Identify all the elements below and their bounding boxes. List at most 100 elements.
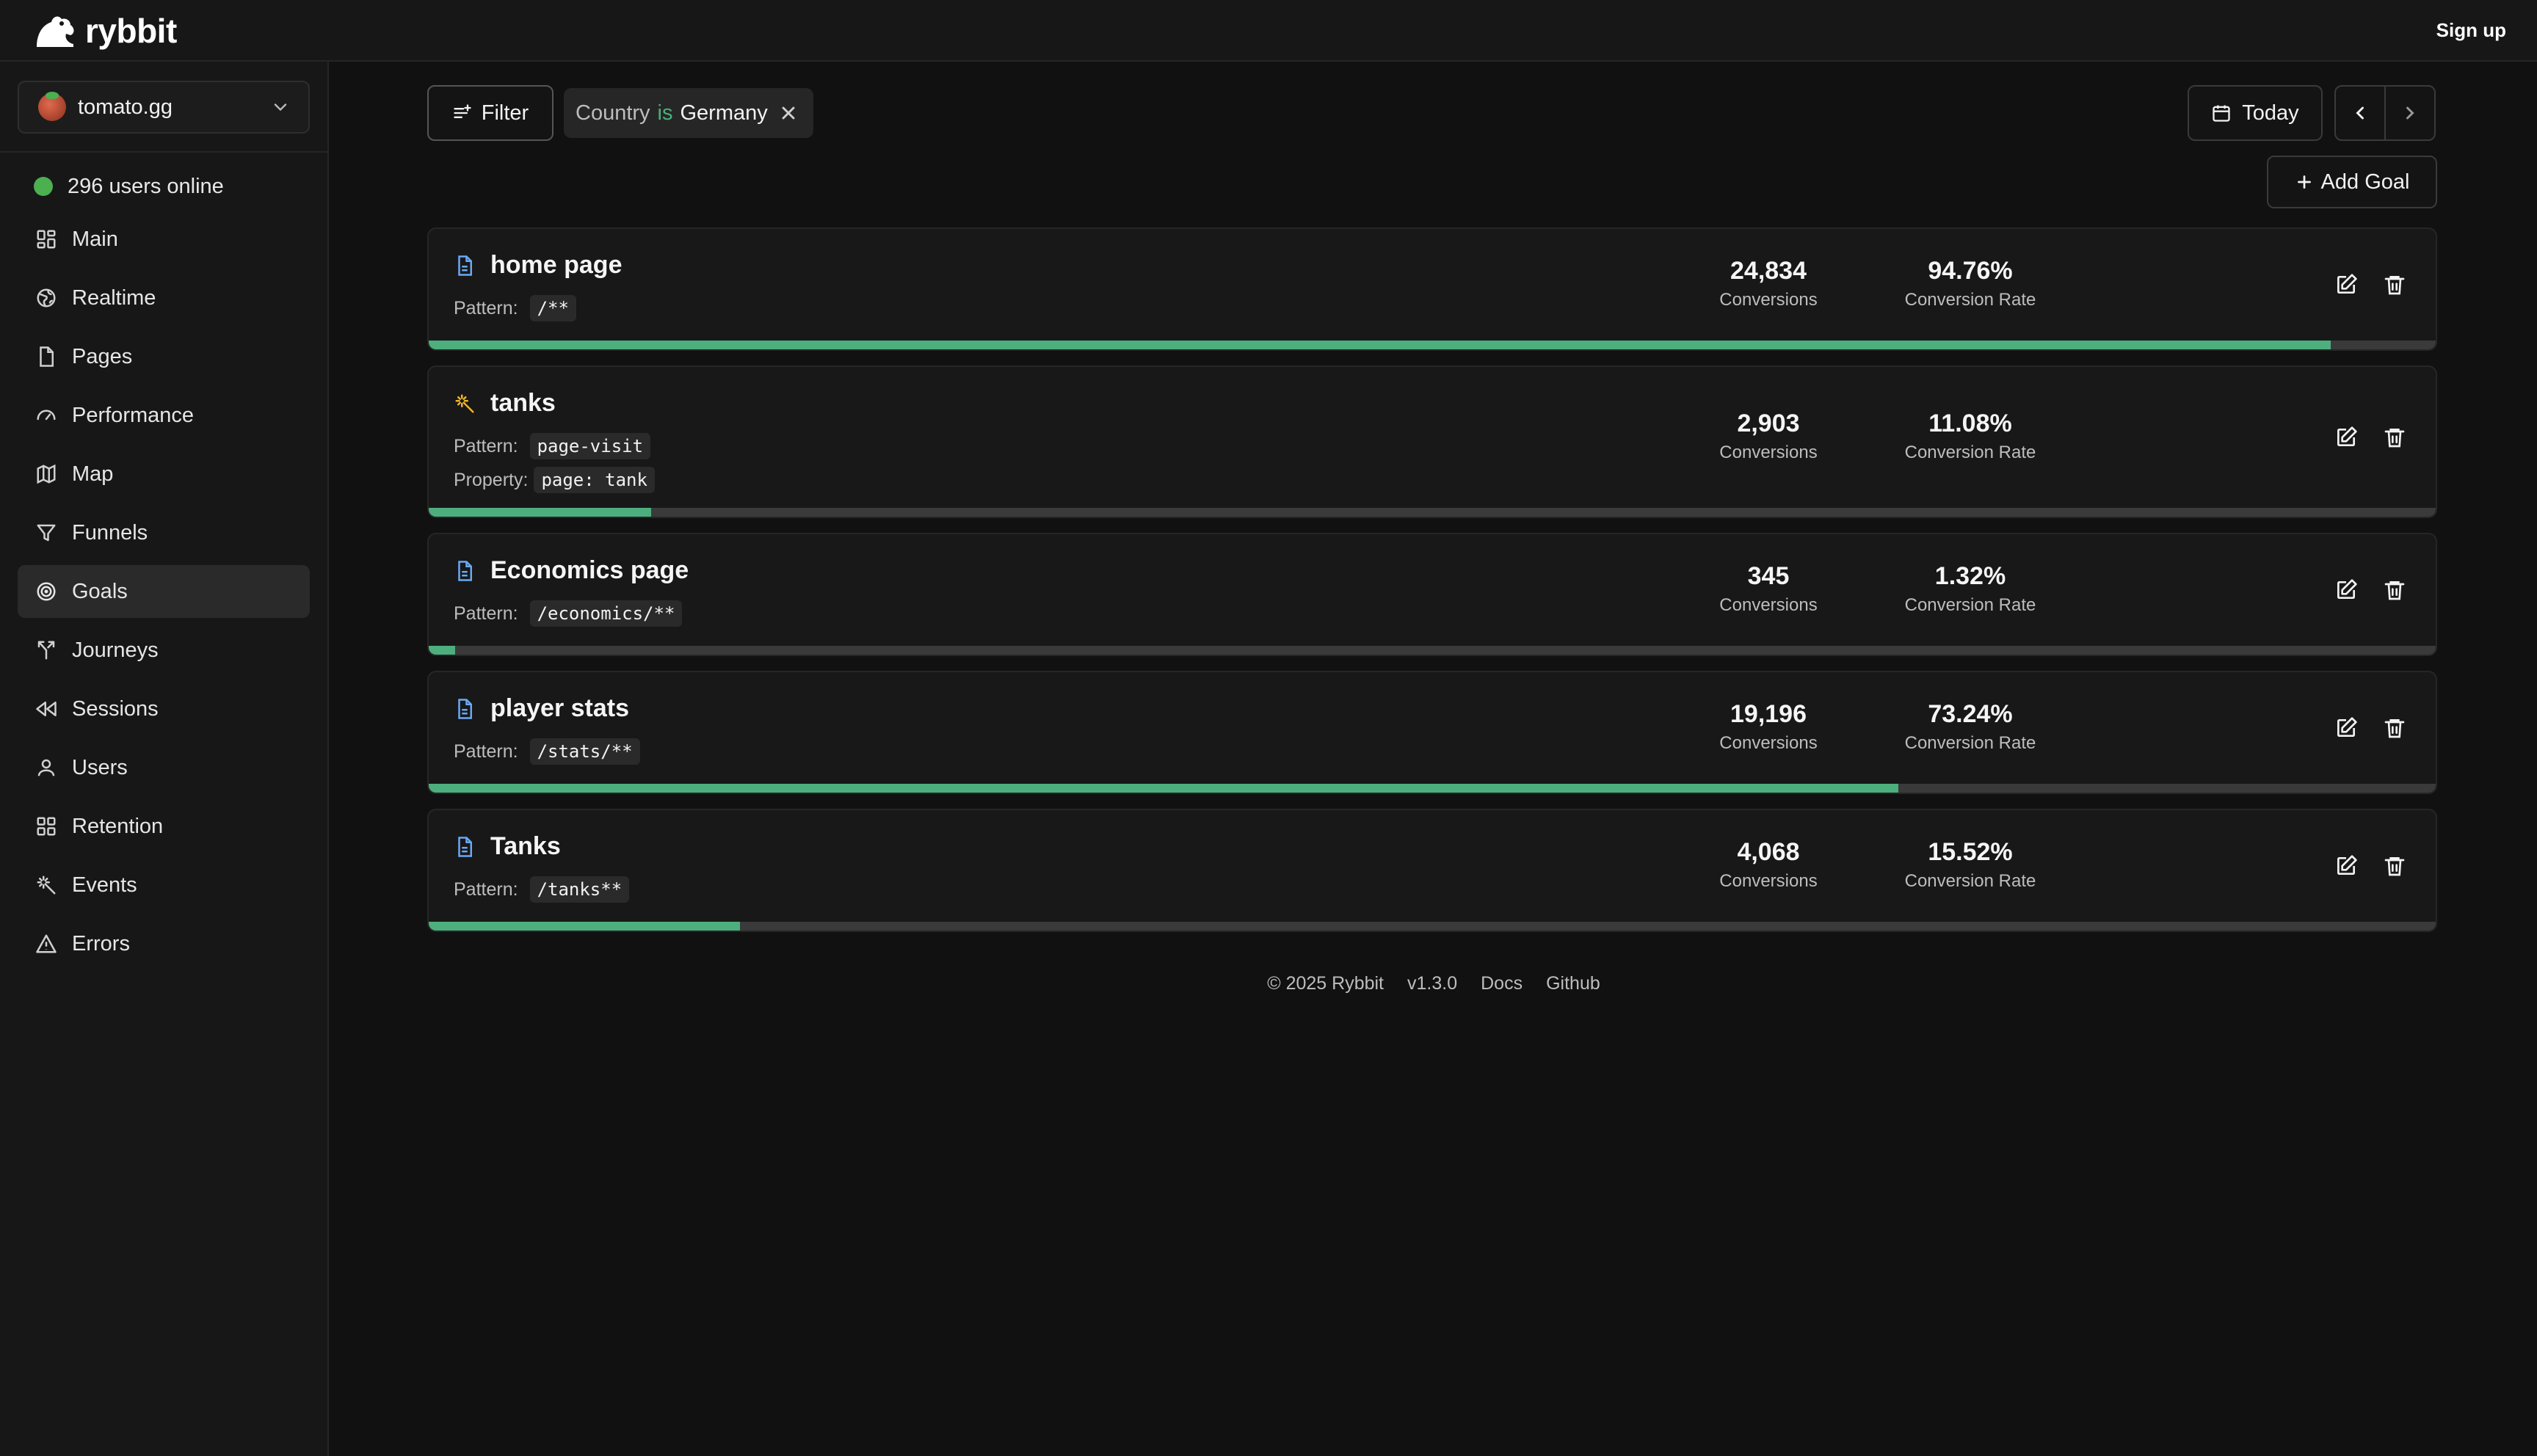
trash-icon[interactable] [2383, 273, 2406, 296]
add-goal-label: Add Goal [2320, 170, 2410, 194]
edit-icon[interactable] [2334, 273, 2358, 296]
sidebar-item-events[interactable]: Events [18, 859, 310, 911]
sign-up-link[interactable]: Sign up [2436, 19, 2506, 42]
trash-icon[interactable] [2383, 854, 2406, 878]
goal-card: Tanks Pattern: /tanks** 4,068 Conversion… [427, 809, 2437, 932]
filter-button-label: Filter [481, 101, 529, 125]
goal-pattern: Pattern: /** [454, 295, 576, 321]
sidebar-item-main[interactable]: Main [18, 213, 310, 266]
edit-icon[interactable] [2334, 716, 2358, 740]
sidebar-item-label: Funnels [72, 520, 148, 545]
sidebar-item-label: Main [72, 227, 118, 251]
conversion-rate-value: 1.32% [1934, 562, 2006, 590]
goal-title: player stats [454, 694, 629, 723]
goal-card: player stats Pattern: /stats/** 19,196 C… [427, 671, 2437, 794]
goal-actions [2334, 716, 2406, 740]
sidebar-item-journeys[interactable]: Journeys [18, 624, 310, 677]
edit-icon[interactable] [2334, 578, 2358, 602]
goal-name: Economics page [490, 556, 689, 584]
conversions-value: 24,834 [1730, 257, 1807, 285]
brand-logo[interactable]: rybbit [34, 12, 177, 50]
trash-icon[interactable] [2383, 578, 2406, 602]
goal-progress-fill [429, 784, 1899, 793]
sidebar: tomato.gg 296 users online Main Realtime… [0, 62, 329, 1456]
edit-icon[interactable] [2334, 426, 2358, 449]
goal-pattern-value: page-visit [529, 433, 651, 459]
conversions-value: 4,068 [1737, 838, 1800, 866]
sidebar-item-funnels[interactable]: Funnels [18, 506, 310, 559]
sidebar-item-label: Map [72, 462, 114, 486]
goal-card: Economics page Pattern: /economics/** 34… [427, 533, 2437, 656]
goal-conversion-rate: 94.76% Conversion Rate [1853, 257, 2088, 310]
map-icon [37, 464, 56, 484]
sidebar-item-pages[interactable]: Pages [18, 330, 310, 383]
goal-actions [2334, 578, 2406, 602]
goal-conversions: 4,068 Conversions [1677, 838, 1860, 892]
close-icon[interactable] [778, 103, 799, 123]
goal-title: home page [454, 251, 622, 280]
sidebar-item-map[interactable]: Map [18, 448, 310, 500]
trash-icon[interactable] [2383, 426, 2406, 449]
conversion-rate-label: Conversion Rate [1904, 290, 2036, 310]
sidebar-item-label: Users [72, 755, 128, 779]
footer-version: v1.3.0 [1407, 973, 1458, 994]
date-range-label: Today [2242, 101, 2299, 125]
edit-icon[interactable] [2334, 854, 2358, 878]
next-period-button[interactable] [2384, 85, 2436, 141]
goal-pattern-value: /stats/** [529, 738, 640, 765]
trash-icon[interactable] [2383, 716, 2406, 740]
goal-pattern-label: Pattern: [454, 297, 518, 318]
online-indicator: 296 users online [34, 172, 224, 201]
chevron-down-icon [274, 103, 287, 112]
goal-conversions: 19,196 Conversions [1677, 700, 1860, 754]
goal-conversion-rate: 73.24% Conversion Rate [1853, 700, 2088, 754]
goal-title: Economics page [454, 556, 689, 585]
goal-actions [2334, 854, 2406, 878]
grid-icon [37, 817, 56, 836]
split-icon [37, 641, 55, 660]
footer-docs-link[interactable]: Docs [1481, 973, 1522, 994]
conversion-rate-label: Conversion Rate [1904, 871, 2036, 891]
goal-pattern-label: Pattern: [454, 603, 518, 624]
filter-chip[interactable]: Country is Germany [564, 88, 813, 138]
footer: © 2025 Rybbit v1.3.0 Docs Github [330, 973, 2537, 994]
sparkle-icon [455, 394, 474, 412]
conversions-label: Conversions [1719, 290, 1818, 310]
goal-actions [2334, 426, 2406, 449]
goal-name: Tanks [490, 832, 561, 860]
conversion-rate-value: 94.76% [1928, 257, 2013, 285]
goals-list: home page Pattern: /** 24,834 Conversion… [427, 228, 2437, 947]
sidebar-item-goals[interactable]: Goals [18, 565, 310, 618]
goal-card: tanks Pattern: page-visit Property: page… [427, 365, 2437, 518]
site-selector[interactable]: tomato.gg [18, 81, 310, 134]
sidebar-item-retention[interactable]: Retention [18, 800, 310, 853]
online-count: 296 users online [68, 174, 224, 198]
conversions-value: 19,196 [1730, 700, 1807, 728]
filter-sliders-icon [454, 104, 471, 118]
conversions-label: Conversions [1719, 595, 1818, 615]
previous-period-button[interactable] [2334, 85, 2386, 141]
rewind-icon [36, 702, 57, 716]
goal-title: tanks [454, 389, 556, 418]
sidebar-item-performance[interactable]: Performance [18, 389, 310, 442]
footer-github-link[interactable]: Github [1546, 973, 1600, 994]
filter-button[interactable]: Filter [427, 85, 554, 141]
goal-pattern-value: /economics/** [529, 600, 683, 627]
conversions-label: Conversions [1719, 733, 1818, 753]
date-picker-button[interactable]: Today [2188, 85, 2323, 141]
sidebar-item-sessions[interactable]: Sessions [18, 682, 310, 735]
file-icon [458, 836, 472, 857]
sidebar-item-label: Retention [72, 814, 164, 838]
goal-progress-bar [429, 508, 2436, 517]
add-goal-button[interactable]: Add Goal [2267, 156, 2437, 208]
goal-progress-bar [429, 341, 2436, 349]
footer-copyright: © 2025 Rybbit [1267, 973, 1384, 994]
sidebar-item-realtime[interactable]: Realtime [18, 272, 310, 324]
sidebar-item-errors[interactable]: Errors [18, 917, 310, 970]
goal-pattern: Pattern: /tanks** [454, 876, 630, 903]
gauge-icon [37, 410, 56, 421]
goal-card: home page Pattern: /** 24,834 Conversion… [427, 228, 2437, 351]
goal-conversion-rate: 1.32% Conversion Rate [1853, 562, 2088, 616]
sidebar-item-users[interactable]: Users [18, 741, 310, 794]
site-favicon-icon [38, 92, 66, 121]
